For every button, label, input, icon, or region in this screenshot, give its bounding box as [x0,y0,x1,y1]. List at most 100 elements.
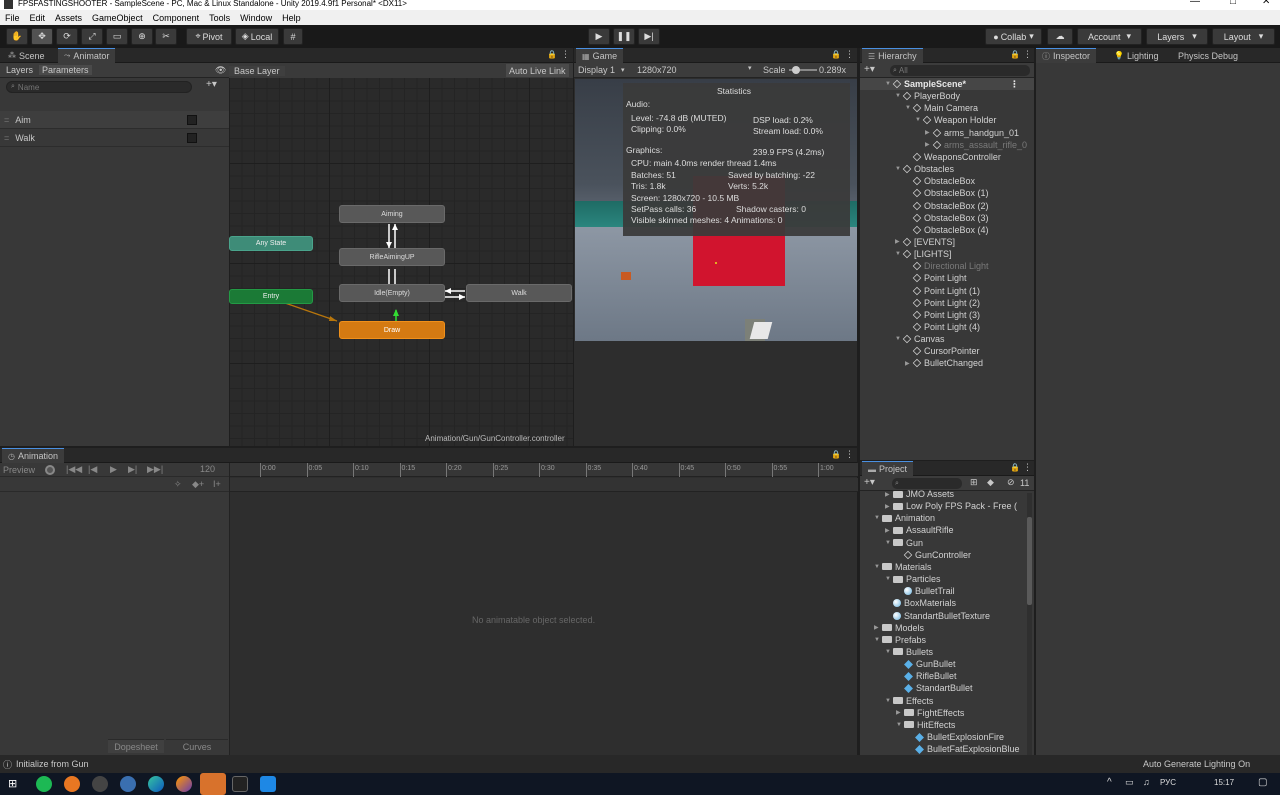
maximize-button[interactable]: □ [1230,0,1236,7]
panel-menu-icon[interactable]: ⋮ [845,49,854,60]
project-item[interactable]: BulletExplosionFire [907,731,1004,743]
parameter-checkbox[interactable] [187,133,197,143]
project-item[interactable]: BulletTrail [896,585,955,597]
create-button[interactable]: +▾ [864,64,875,75]
hierarchy-item[interactable]: ▼ SampleScene* ⋮ [885,78,1019,90]
collab-dropdown[interactable]: ● Collab ▾ [985,28,1042,45]
hierarchy-item[interactable]: ▶ [EVENTS] [895,236,955,248]
filter-by-label-icon[interactable]: ◆ [987,477,994,488]
menu-component[interactable]: Component [148,13,205,23]
parameter-checkbox[interactable] [187,115,197,125]
local-toggle[interactable]: ◈ Local [235,28,279,45]
lock-icon[interactable]: 🔒 [1010,463,1020,472]
curves-tab[interactable]: Curves [166,739,228,753]
first-key-button[interactable]: |◀◀ [66,464,82,475]
clock[interactable]: 15:17 [1214,778,1234,787]
account-dropdown[interactable]: Account ▾ [1077,28,1142,45]
project-item[interactable]: BoxMaterials [885,597,956,609]
layers-subtab[interactable]: Layers [0,65,39,75]
drag-handle-icon[interactable]: = [4,133,9,143]
status-message[interactable]: Initialize from Gun [16,759,89,769]
project-item[interactable]: GunController [896,549,971,561]
project-item[interactable]: ▼ HitEffects [896,719,955,731]
hierarchy-item[interactable]: ObstacleBox (3) [905,212,989,224]
tab-inspector[interactable]: ⓘ Inspector [1036,48,1097,63]
project-item[interactable]: ▼ Bullets [885,646,933,658]
project-item[interactable]: ▶ Models [874,622,924,634]
scene-menu-icon[interactable]: ⋮ [1010,79,1019,90]
parameter-row[interactable]: = Walk [0,129,229,147]
entry-transition-line[interactable] [284,302,338,322]
pivot-toggle[interactable]: ⌖ Pivot [186,28,232,45]
lock-icon[interactable]: 🔒 [1010,50,1020,59]
hierarchy-item[interactable]: Point Light (4) [905,321,980,333]
hierarchy-item[interactable]: ▼ Main Camera [905,102,978,114]
project-scrollbar-thumb[interactable] [1027,517,1032,605]
volume-icon[interactable]: ♫ [1143,777,1150,787]
edge-icon[interactable] [148,776,164,792]
hidden-packages-icon[interactable]: ⊘ [1007,477,1015,488]
firefox-icon[interactable] [176,776,192,792]
hierarchy-item[interactable]: CursorPointer [905,345,980,357]
state-rifle-aiming-up[interactable]: RifleAimingUP [339,248,445,266]
state-draw[interactable]: Draw [339,321,445,339]
hierarchy-item[interactable]: ObstacleBox [905,175,975,187]
hierarchy-item[interactable]: Directional Light [905,260,989,272]
project-item[interactable]: StandartBullet [896,682,973,694]
hierarchy-item[interactable]: ObstacleBox (2) [905,200,989,212]
app-grey-icon[interactable] [92,776,108,792]
expand-arrow-icon[interactable]: ▼ [885,540,893,546]
panel-menu-icon[interactable]: ⋮ [561,49,570,60]
timeline-ruler[interactable]: 0:00 0:05 0:10 0:15 0:20 0:25 0:30 0:35 0:40 0:45… [230,463,858,477]
close-button[interactable]: ✕ [1262,0,1270,7]
project-item[interactable]: ▼ Prefabs [874,634,926,646]
hierarchy-item[interactable]: WeaponsController [905,151,1001,163]
state-walk[interactable]: Walk [466,284,572,302]
hierarchy-item[interactable]: ▼ Canvas [895,333,945,345]
panel-menu-icon[interactable]: ⋮ [845,449,854,460]
layout-dropdown[interactable]: Layout ▾ [1212,28,1275,45]
project-scrollbar[interactable] [1027,493,1032,755]
rect-tool-icon[interactable]: ▭ [106,28,128,45]
scale-slider-handle[interactable] [792,66,800,74]
collapse-arrow-icon[interactable]: ▶ [874,624,882,631]
rotate-tool-icon[interactable]: ⟳ [56,28,78,45]
project-item[interactable]: ▼ Particles [885,573,941,585]
filter-by-type-icon[interactable]: ⊞ [970,477,978,488]
app-blue-icon[interactable] [120,776,136,792]
hierarchy-item[interactable]: ▼ Obstacles [895,163,954,175]
create-asset-button[interactable]: +▾ [864,477,875,488]
expand-arrow-icon[interactable]: ▼ [895,166,903,172]
hand-tool-icon[interactable]: ✋ [6,28,28,45]
expand-arrow-icon[interactable]: ▼ [885,576,893,582]
hierarchy-item[interactable]: Point Light (3) [905,309,980,321]
auto-live-link-button[interactable]: Auto Live Link [506,64,569,77]
chevron-up-icon[interactable]: ^ [1107,777,1112,788]
project-item[interactable]: ▶ FightEffects [896,707,964,719]
menu-window[interactable]: Window [235,13,277,23]
hierarchy-item[interactable]: Point Light (2) [905,297,980,309]
expand-arrow-icon[interactable]: ▼ [905,105,913,111]
hierarchy-search-input[interactable] [898,66,1019,75]
project-item[interactable]: RifleBullet [896,670,957,682]
tab-animator[interactable]: ⤳ Animator [58,48,116,63]
menu-assets[interactable]: Assets [50,13,87,23]
project-item[interactable]: GunBullet [896,658,956,670]
last-key-button[interactable]: ▶▶| [147,464,163,475]
panel-menu-icon[interactable]: ⋮ [1023,49,1032,60]
telegram-icon[interactable] [200,773,226,795]
tab-animation[interactable]: ◷ Animation [2,448,65,463]
display-dropdown[interactable]: Display 1 [578,65,615,75]
tab-physics-debug[interactable]: Physics Debug [1172,48,1244,63]
language-indicator[interactable]: РУС [1160,778,1176,787]
preview-toggle[interactable]: Preview [3,465,35,475]
network-icon[interactable]: ▭ [1125,777,1134,788]
lock-icon[interactable]: 🔒 [547,50,557,59]
step-button[interactable]: ▶| [638,28,660,45]
drag-handle-icon[interactable]: = [4,115,9,125]
collapse-arrow-icon[interactable]: ▶ [885,503,893,510]
project-item[interactable]: ▼ Gun [885,537,923,549]
menu-help[interactable]: Help [277,13,306,23]
parameters-subtab[interactable]: Parameters [39,65,92,75]
hierarchy-item[interactable]: Point Light (1) [905,285,980,297]
